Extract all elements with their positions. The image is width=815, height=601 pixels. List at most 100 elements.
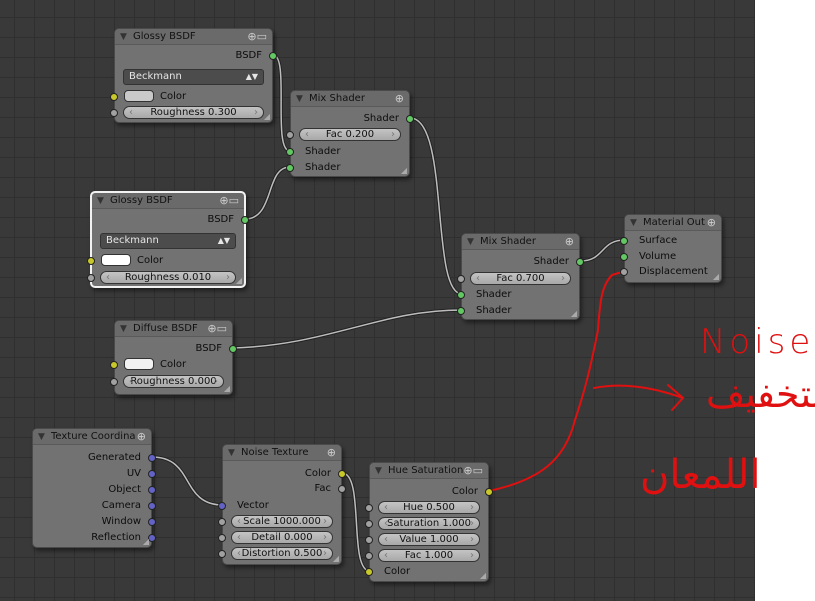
roughness-input-socket[interactable] bbox=[87, 274, 95, 282]
shader-input-socket[interactable] bbox=[457, 291, 465, 299]
node-header[interactable]: ▼ Mix Shader ⊕ bbox=[291, 91, 409, 107]
noise-texture-node[interactable]: ▼ Noise Texture ⊕ Color Fac Vector Scale 1… bbox=[218, 444, 346, 565]
saturation-field[interactable]: Saturation 1.000 bbox=[378, 517, 480, 530]
collapse-triangle-icon[interactable]: ▼ bbox=[467, 234, 474, 250]
resize-grip-icon[interactable]: ◢ bbox=[713, 272, 719, 281]
preview-toggle-icon[interactable]: ⊕ bbox=[395, 91, 404, 107]
diffuse-bsdf-node[interactable]: ▼ Diffuse BSDF ⊕▭ BSDF Color Roughness 0.0… bbox=[110, 320, 237, 395]
shader-input-socket[interactable] bbox=[286, 164, 294, 172]
color-output-socket[interactable] bbox=[338, 470, 346, 478]
node-header[interactable]: ▼ Noise Texture ⊕ bbox=[223, 445, 341, 461]
vector-input-socket[interactable] bbox=[218, 502, 226, 510]
collapse-triangle-icon[interactable]: ▼ bbox=[38, 429, 45, 445]
fac-output-socket[interactable] bbox=[338, 485, 346, 493]
preview-toggle-icon[interactable]: ⊕ bbox=[327, 445, 336, 461]
color-swatch[interactable] bbox=[124, 90, 154, 102]
mix-shader-node-2[interactable]: ▼ Mix Shader ⊕ Shader Fac 0.700 Shader Sha… bbox=[457, 233, 584, 320]
shader-input-socket[interactable] bbox=[286, 148, 294, 156]
roughness-input-socket[interactable] bbox=[110, 109, 118, 117]
color-swatch[interactable] bbox=[124, 358, 154, 370]
hue-field[interactable]: Hue 0.500 bbox=[378, 501, 480, 514]
collapse-triangle-icon[interactable]: ▼ bbox=[296, 91, 303, 107]
fac-input-socket[interactable] bbox=[457, 275, 465, 283]
resize-grip-icon[interactable]: ◢ bbox=[571, 309, 577, 318]
value-input-socket[interactable] bbox=[365, 536, 373, 544]
preview-toggle-icon[interactable]: ⊕ bbox=[137, 429, 146, 445]
node-header[interactable]: ▼ Hue Saturation ⊕▭ bbox=[370, 463, 488, 479]
preview-toggle-icon[interactable]: ⊕▭ bbox=[207, 321, 227, 337]
detail-field[interactable]: Detail 0.000 bbox=[231, 531, 333, 544]
camera-output-socket[interactable] bbox=[148, 502, 156, 510]
preview-toggle-icon[interactable]: ⊕ bbox=[565, 234, 574, 250]
mix-shader-node-1[interactable]: ▼ Mix Shader ⊕ Shader Fac 0.200 Shader Sha… bbox=[286, 90, 414, 177]
preview-toggle-icon[interactable]: ⊕ bbox=[707, 215, 716, 231]
node-header[interactable]: ▼ Mix Shader ⊕ bbox=[462, 234, 579, 250]
color-input-socket[interactable] bbox=[110, 361, 118, 369]
displacement-input-socket[interactable] bbox=[620, 268, 628, 276]
object-output-socket[interactable] bbox=[148, 486, 156, 494]
fac-field[interactable]: Fac 1.000 bbox=[378, 549, 480, 562]
distortion-input-socket[interactable] bbox=[218, 550, 226, 558]
bsdf-output-socket[interactable] bbox=[269, 52, 277, 60]
collapse-triangle-icon[interactable]: ▼ bbox=[630, 215, 637, 231]
resize-grip-icon[interactable]: ◢ bbox=[480, 571, 486, 580]
roughness-input-socket[interactable] bbox=[110, 378, 118, 386]
resize-grip-icon[interactable]: ◢ bbox=[264, 112, 270, 121]
material-output-node[interactable]: ▼ Material Out ⊕ Surface Volume Displaceme… bbox=[620, 214, 722, 283]
resize-grip-icon[interactable]: ◢ bbox=[224, 384, 230, 393]
surface-input-socket[interactable] bbox=[620, 237, 628, 245]
roughness-field[interactable]: Roughness 0.300 bbox=[123, 106, 264, 119]
resize-grip-icon[interactable]: ◢ bbox=[333, 554, 339, 563]
texture-coordinate-node[interactable]: ▼ Texture Coordina ⊕ Generated UV Object C… bbox=[32, 428, 156, 548]
node-header[interactable]: ▼ Glossy BSDF ⊕▭ bbox=[92, 193, 244, 209]
collapse-triangle-icon[interactable]: ▼ bbox=[120, 29, 127, 45]
collapse-triangle-icon[interactable]: ▼ bbox=[120, 321, 127, 337]
distribution-dropdown[interactable]: Beckmann ▲▼ bbox=[123, 69, 264, 85]
collapse-triangle-icon[interactable]: ▼ bbox=[228, 445, 235, 461]
fac-input-socket[interactable] bbox=[286, 131, 294, 139]
generated-output-socket[interactable] bbox=[148, 454, 156, 462]
uv-output-socket[interactable] bbox=[148, 470, 156, 478]
collapse-triangle-icon[interactable]: ▼ bbox=[97, 193, 104, 209]
detail-input-socket[interactable] bbox=[218, 534, 226, 542]
window-output-socket[interactable] bbox=[148, 518, 156, 526]
fac-field[interactable]: Fac 0.700 bbox=[470, 272, 571, 285]
node-header[interactable]: ▼ Texture Coordina ⊕ bbox=[33, 429, 151, 445]
resize-grip-icon[interactable]: ◢ bbox=[236, 276, 242, 285]
hue-saturation-node[interactable]: ▼ Hue Saturation⊕▭ Color Hue 0.500 Satura… bbox=[365, 462, 493, 582]
value-field[interactable]: Value 1.000 bbox=[378, 533, 480, 546]
bsdf-output-socket[interactable] bbox=[229, 345, 237, 353]
hue-input-socket[interactable] bbox=[365, 504, 373, 512]
saturation-input-socket[interactable] bbox=[365, 520, 373, 528]
preview-toggle-icon[interactable]: ⊕▭ bbox=[247, 29, 267, 45]
shader-output-socket[interactable] bbox=[406, 115, 414, 123]
collapse-triangle-icon[interactable]: ▼ bbox=[375, 463, 382, 479]
distribution-dropdown[interactable]: Beckmann ▲▼ bbox=[100, 233, 236, 249]
node-header[interactable]: ▼ Glossy BSDF ⊕▭ bbox=[115, 29, 272, 45]
fac-field[interactable]: Fac 0.200 bbox=[299, 128, 401, 141]
volume-input-socket[interactable] bbox=[620, 253, 628, 261]
scale-input-socket[interactable] bbox=[218, 518, 226, 526]
reflection-output-socket[interactable] bbox=[148, 534, 156, 542]
fac-input-socket[interactable] bbox=[365, 552, 373, 560]
shader-output-socket[interactable] bbox=[576, 258, 584, 266]
distortion-field[interactable]: Distortion 0.500 bbox=[231, 547, 333, 560]
glossy-bsdf-node-2[interactable]: ▼ Glossy BSDF ⊕▭ BSDF Beckmann ▲▼ Color Rou… bbox=[87, 191, 249, 288]
bsdf-output-socket[interactable] bbox=[241, 216, 249, 224]
preview-toggle-icon[interactable]: ⊕▭ bbox=[463, 463, 483, 479]
color-input-socket[interactable] bbox=[87, 257, 95, 265]
resize-grip-icon[interactable]: ◢ bbox=[401, 166, 407, 175]
roughness-field[interactable]: Roughness 0.010 bbox=[100, 271, 236, 284]
node-header[interactable]: ▼ Material Out ⊕ bbox=[625, 215, 721, 231]
color-swatch[interactable] bbox=[101, 254, 131, 266]
scale-field[interactable]: Scale 1000.000 bbox=[231, 515, 333, 528]
color-input-socket[interactable] bbox=[110, 93, 118, 101]
glossy-bsdf-node-1[interactable]: ▼ Glossy BSDF ⊕▭ BSDF Beckmann ▲▼ Color Rou… bbox=[110, 28, 277, 123]
color-input-socket[interactable] bbox=[365, 568, 373, 576]
node-header[interactable]: ▼ Diffuse BSDF ⊕▭ bbox=[115, 321, 232, 337]
resize-grip-icon[interactable]: ◢ bbox=[143, 537, 149, 546]
roughness-field[interactable]: Roughness 0.000 bbox=[123, 375, 224, 388]
preview-toggle-icon[interactable]: ⊕▭ bbox=[219, 193, 239, 209]
color-output-socket[interactable] bbox=[485, 488, 493, 496]
shader-input-socket[interactable] bbox=[457, 307, 465, 315]
